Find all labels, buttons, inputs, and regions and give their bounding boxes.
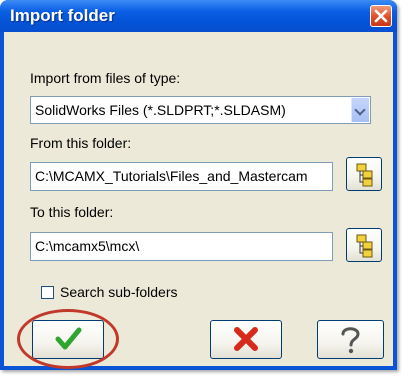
help-button[interactable] xyxy=(317,320,384,359)
folder-tree-icon xyxy=(356,163,373,187)
close-icon xyxy=(374,9,388,23)
browse-from-folder-button[interactable] xyxy=(346,157,382,191)
dialog-title: Import folder xyxy=(10,6,115,25)
browse-to-folder-button[interactable] xyxy=(346,228,382,262)
to-folder-label: To this folder: xyxy=(30,204,114,220)
chevron-down-icon[interactable] xyxy=(351,98,369,122)
from-folder-input[interactable]: C:\MCAMX_Tutorials\Files_and_Mastercam xyxy=(30,162,333,191)
import-type-label: Import from files of type: xyxy=(30,70,181,86)
cancel-button[interactable] xyxy=(210,320,282,359)
red-x-icon xyxy=(234,327,258,351)
from-folder-label: From this folder: xyxy=(30,135,132,151)
question-mark-icon xyxy=(341,327,360,354)
from-folder-value: C:\MCAMX_Tutorials\Files_and_Mastercam xyxy=(35,168,308,184)
folder-tree-icon xyxy=(356,234,373,258)
title-bar[interactable]: Import folder xyxy=(0,0,397,32)
search-subfolders-label: Search sub-folders xyxy=(60,284,178,300)
to-folder-value: C:\mcamx5\mcx\ xyxy=(35,238,140,254)
search-subfolders-checkbox[interactable] xyxy=(41,286,54,299)
close-button[interactable] xyxy=(370,5,392,27)
ok-button-highlight-circle xyxy=(17,309,119,369)
file-type-dropdown[interactable]: SolidWorks Files (*.SLDPRT;*.SLDASM) xyxy=(30,96,371,124)
to-folder-input[interactable]: C:\mcamx5\mcx\ xyxy=(30,232,333,261)
file-type-selected: SolidWorks Files (*.SLDPRT;*.SLDASM) xyxy=(35,102,286,118)
